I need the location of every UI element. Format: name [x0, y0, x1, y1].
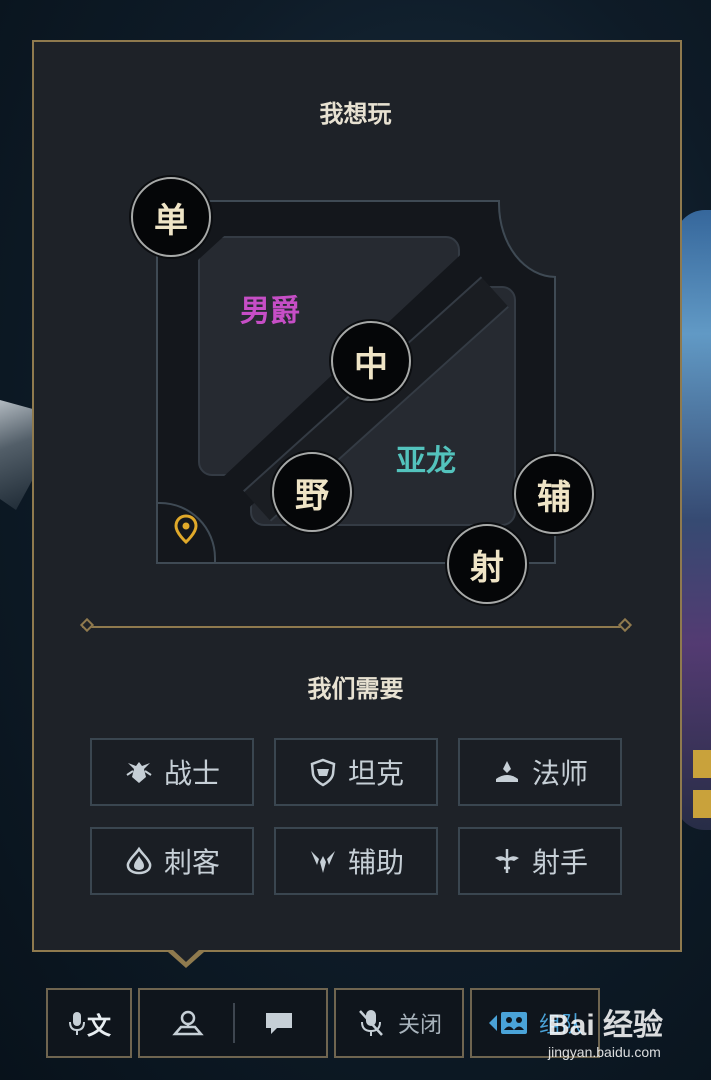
voice-text-button[interactable]: 文 [46, 988, 132, 1058]
marksman-icon [494, 849, 519, 873]
chat-icon[interactable] [263, 1009, 295, 1037]
we-need-title: 我们需要 [307, 675, 404, 703]
lane-top-button[interactable]: 单 [131, 177, 211, 257]
baidu-jingyan-watermark: Bai 经验 jingyan.baidu.com [548, 1000, 663, 1060]
lane-support-button[interactable]: 辅 [514, 454, 594, 534]
background-gold-badge [693, 790, 711, 818]
role-marksman-button[interactable]: 射手 [458, 827, 622, 895]
location-pin-icon [174, 514, 198, 544]
text-mode-label: 文 [87, 1011, 111, 1040]
watermark-main-text: Bai 经验 [548, 1009, 664, 1042]
role-label: 坦克 [347, 757, 404, 790]
panel-pointer-arrow [168, 949, 204, 968]
support-icon [310, 851, 335, 873]
role-assassin-button[interactable]: 刺客 [90, 827, 254, 895]
role-tank-button[interactable]: 坦克 [274, 738, 438, 806]
dragon-label: 亚龙 [396, 444, 456, 479]
role-support-button[interactable]: 辅助 [274, 827, 438, 895]
baron-label: 男爵 [240, 294, 300, 329]
tank-icon [310, 758, 336, 787]
lane-mid-button[interactable]: 中 [331, 321, 411, 401]
fighter-icon [126, 762, 152, 783]
lane-adc-button[interactable]: 射 [447, 524, 527, 604]
role-label: 辅助 [347, 846, 404, 879]
mic-toggle-button[interactable]: 关闭 [334, 988, 464, 1058]
section-divider [82, 626, 630, 628]
watermark-url: jingyan.baidu.com [548, 1044, 661, 1060]
role-fighter-button[interactable]: 战士 [90, 738, 254, 806]
position-chat-button-group [138, 988, 328, 1058]
role-label: 射手 [531, 846, 588, 879]
mic-status-label: 关闭 [397, 1013, 442, 1038]
role-label: 法师 [531, 757, 588, 790]
voice-text-icon [69, 1012, 85, 1035]
party-icon [488, 1012, 527, 1034]
background-gold-badge [693, 750, 711, 778]
lane-jungle-button[interactable]: 野 [272, 452, 352, 532]
role-label: 刺客 [163, 846, 220, 879]
assassin-icon [126, 846, 152, 875]
mage-icon [495, 761, 518, 782]
i-want-to-play-title: 我想玩 [319, 100, 392, 128]
person-pin-icon[interactable] [171, 1008, 205, 1038]
mic-off-icon [359, 1010, 383, 1036]
role-mage-button[interactable]: 法师 [458, 738, 622, 806]
button-separator [233, 1003, 235, 1043]
role-label: 战士 [163, 757, 220, 790]
